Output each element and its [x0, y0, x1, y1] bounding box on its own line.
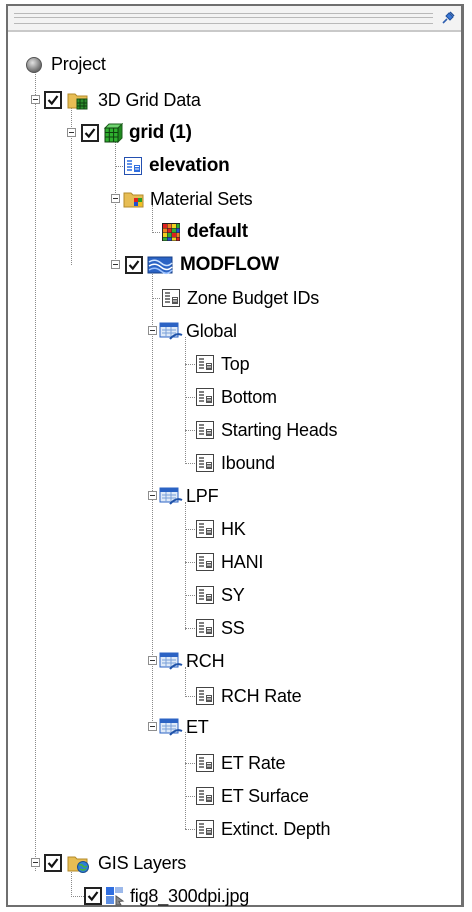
package-icon — [159, 717, 183, 737]
tree-item-gis-layers[interactable]: GIS Layers — [8, 847, 458, 879]
dataset-table-icon — [195, 618, 215, 638]
folder-icon — [67, 90, 93, 110]
tree-label: SY — [221, 585, 245, 605]
tree-label: Global — [186, 321, 237, 341]
tree-item-sy[interactable]: SY — [8, 579, 458, 611]
tree-label: ET Surface — [221, 786, 309, 806]
tree-item-hani[interactable]: HANI — [8, 546, 458, 578]
tree-label: grid (1) — [129, 122, 192, 143]
modflow-wave-icon — [147, 255, 173, 275]
tree-label: HANI — [221, 552, 264, 572]
tree-item-zone-budget-ids[interactable]: Zone Budget IDs — [8, 282, 458, 314]
gis-folder-icon — [67, 853, 93, 873]
tree-item-default[interactable]: default — [8, 216, 458, 248]
dataset-table-icon — [195, 585, 215, 605]
tree-label: SS — [221, 618, 245, 638]
visibility-checkbox[interactable] — [44, 91, 62, 109]
tree-item-modflow[interactable]: MODFLOW — [8, 249, 458, 281]
material-grid-icon — [161, 222, 181, 242]
collapse-toggle[interactable] — [111, 194, 120, 203]
collapse-toggle[interactable] — [148, 656, 157, 665]
tree-label: fig8_300dpi.jpg — [130, 886, 250, 906]
tree-label: RCH Rate — [221, 686, 302, 706]
tree-label: Project — [51, 54, 106, 74]
dataset-table-icon — [195, 420, 215, 440]
dataset-table-icon — [123, 156, 143, 176]
tree-item-extinct-depth[interactable]: Extinct. Depth — [8, 813, 458, 845]
dataset-table-icon — [195, 354, 215, 374]
tree-label: RCH — [186, 651, 225, 671]
collapse-toggle[interactable] — [148, 326, 157, 335]
visibility-checkbox[interactable] — [125, 256, 143, 274]
tree-item-3d-grid-data[interactable]: 3D Grid Data — [8, 84, 458, 116]
project-tree: Project 3D Grid Data grid (1) elevation … — [8, 6, 461, 906]
tree-label: LPF — [186, 486, 219, 506]
tree-item-hk[interactable]: HK — [8, 513, 458, 545]
tree-label: Top — [221, 354, 250, 374]
visibility-checkbox[interactable] — [44, 854, 62, 872]
dataset-table-icon — [161, 288, 181, 308]
tree-label: Bottom — [221, 387, 277, 407]
collapse-toggle[interactable] — [148, 491, 157, 500]
folder-icon — [123, 189, 149, 209]
dataset-table-icon — [195, 519, 215, 539]
collapse-toggle[interactable] — [111, 260, 120, 269]
tree-item-global[interactable]: Global — [8, 315, 458, 347]
tree-item-grid[interactable]: grid (1) — [8, 117, 458, 149]
tree-label: ET — [186, 717, 209, 737]
tree-item-ibound[interactable]: Ibound — [8, 447, 458, 479]
dataset-table-icon — [195, 552, 215, 572]
tree-label: GIS Layers — [98, 853, 187, 873]
tree-item-et-rate[interactable]: ET Rate — [8, 747, 458, 779]
tree-item-bottom[interactable]: Bottom — [8, 381, 458, 413]
collapse-toggle[interactable] — [31, 858, 40, 867]
collapse-toggle[interactable] — [67, 128, 76, 137]
project-explorer-panel: Project 3D Grid Data grid (1) elevation … — [6, 4, 464, 907]
dataset-table-icon — [195, 387, 215, 407]
tree-label: MODFLOW — [180, 254, 279, 275]
tree-item-ss[interactable]: SS — [8, 612, 458, 644]
tree-label: Ibound — [221, 453, 275, 473]
tree-label: HK — [221, 519, 246, 539]
tree-label: 3D Grid Data — [98, 90, 201, 110]
tree-label: Extinct. Depth — [221, 819, 331, 839]
dataset-table-icon — [195, 819, 215, 839]
tree-item-project[interactable]: Project — [8, 48, 458, 80]
tree-item-top[interactable]: Top — [8, 348, 458, 380]
dataset-table-icon — [195, 686, 215, 706]
package-icon — [159, 321, 183, 341]
grid-cube-icon — [103, 122, 124, 144]
dataset-table-icon — [195, 753, 215, 773]
tree-item-rch-rate[interactable]: RCH Rate — [8, 680, 458, 712]
tree-item-et[interactable]: ET — [8, 711, 458, 743]
tree-label: ET Rate — [221, 753, 286, 773]
tree-label: Starting Heads — [221, 420, 338, 440]
tree-label: Material Sets — [150, 189, 253, 209]
package-icon — [159, 651, 183, 671]
tree-item-lpf[interactable]: LPF — [8, 480, 458, 512]
tree-item-rch[interactable]: RCH — [8, 645, 458, 677]
dataset-table-icon — [195, 453, 215, 473]
tree-label: elevation — [149, 155, 230, 176]
tree-item-material-sets[interactable]: Material Sets — [8, 183, 458, 215]
tree-item-image[interactable]: fig8_300dpi.jpg — [8, 880, 458, 912]
tree-item-et-surface[interactable]: ET Surface — [8, 780, 458, 812]
tree-label: default — [187, 221, 248, 242]
tree-item-elevation[interactable]: elevation — [8, 150, 458, 182]
visibility-checkbox[interactable] — [84, 887, 102, 905]
dataset-table-icon — [195, 786, 215, 806]
tree-label: Zone Budget IDs — [187, 288, 320, 308]
visibility-checkbox[interactable] — [81, 124, 99, 142]
tree-item-starting-heads[interactable]: Starting Heads — [8, 414, 458, 446]
collapse-toggle[interactable] — [148, 722, 157, 731]
image-layer-icon — [105, 886, 125, 906]
project-circle-icon — [25, 56, 43, 74]
package-icon — [159, 486, 183, 506]
collapse-toggle[interactable] — [31, 95, 40, 104]
